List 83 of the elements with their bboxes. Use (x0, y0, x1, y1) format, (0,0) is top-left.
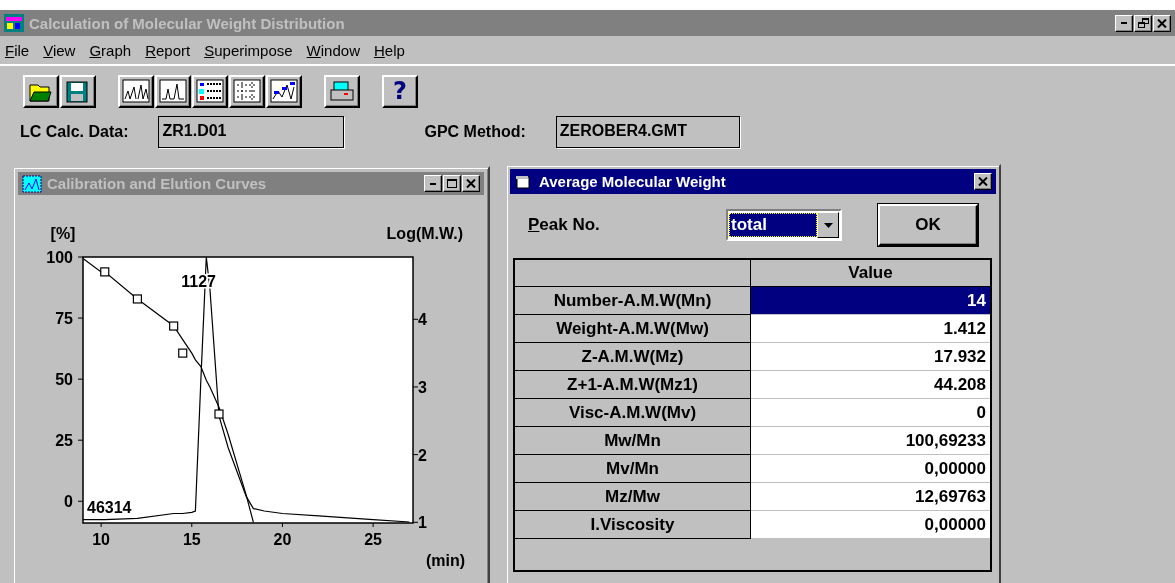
calibration-point (132, 294, 142, 304)
printer-icon (328, 79, 356, 103)
table-cell[interactable]: 17.932 (751, 343, 990, 371)
toolbar-button[interactable] (118, 74, 154, 108)
close-icon (978, 177, 988, 186)
tick-label: 75 (55, 310, 73, 328)
menu-item[interactable]: Report (145, 41, 191, 59)
table-cell[interactable]: 12,69763 (751, 483, 990, 511)
menu-item[interactable]: Help (373, 41, 405, 59)
marked-peaks-icon (270, 79, 298, 103)
tick-label: 3 (418, 378, 427, 396)
toolbar-button[interactable] (60, 74, 96, 108)
maximize-icon (447, 179, 457, 188)
menu-item[interactable]: Window (306, 41, 360, 59)
peaks-icon (159, 79, 187, 103)
app-icon (4, 14, 24, 32)
menu-item[interactable]: File (5, 41, 30, 59)
tick-label: 25 (55, 432, 73, 450)
row-header: I.Viscosity (515, 511, 751, 539)
help-button[interactable]: ? (382, 74, 418, 108)
tick-label: 10 (92, 531, 111, 548)
toolbar-button[interactable] (266, 74, 302, 108)
row-header: Mz/Mw (515, 483, 751, 511)
field-label: Peak No. (528, 215, 601, 235)
toolbar-button[interactable] (324, 74, 360, 108)
row-header: Weight-A.M.W(Mw) (515, 315, 751, 343)
table-cell[interactable]: 14 (751, 287, 990, 315)
calibration-point (100, 267, 110, 277)
window-title: Calculation of Molecular Weight Distribution (29, 14, 346, 32)
row-header: Z+1-A.M.W(Mz1) (515, 371, 751, 399)
peak-label: 46314 (87, 499, 132, 516)
menu-item[interactable]: Superimpose (204, 41, 293, 59)
row-header: Mv/Mn (515, 455, 751, 483)
table-cell[interactable]: 1.412 (751, 315, 990, 343)
tick-label: 2 (418, 446, 427, 464)
minimize-icon (430, 182, 436, 185)
tick-label: 20 (273, 531, 292, 548)
axis-title: (min) (425, 552, 465, 569)
table-cell[interactable]: 0,00000 (751, 511, 990, 539)
toolbar-button[interactable] (23, 74, 59, 108)
table-cell[interactable]: 0 (751, 399, 990, 427)
dropdown[interactable]: total (726, 209, 842, 241)
toolbar-button[interactable] (155, 74, 191, 108)
tick-label: 1 (418, 514, 427, 532)
calibration-point (169, 321, 179, 331)
chart-icon (22, 174, 42, 193)
grid-icon (233, 79, 261, 103)
row-header: Visc-A.M.W(Mv) (515, 399, 751, 427)
toolbar-button[interactable] (229, 74, 265, 108)
calibration-point (214, 409, 224, 419)
row-header: Z-A.M.W(Mz) (515, 343, 751, 371)
menu-item[interactable]: Graph (89, 41, 132, 59)
window-title: Average Molecular Weight (539, 173, 727, 190)
tick-label: 15 (182, 531, 201, 548)
menu-item[interactable]: View (43, 41, 76, 59)
ok-button[interactable]: OK (878, 204, 978, 246)
axis-title: Log(M.W.) (386, 225, 463, 242)
field-label: LC Calc. Data: (20, 123, 129, 141)
peaks-icon (122, 79, 150, 103)
close-button[interactable] (974, 173, 992, 190)
table-cell[interactable]: 44.208 (751, 371, 990, 399)
row-header: Number-A.M.W(Mn) (515, 287, 751, 315)
table-cell[interactable]: 0,00000 (751, 455, 990, 483)
restore-icon (1137, 18, 1149, 28)
tick-label: 50 (55, 371, 73, 389)
table-icon (196, 79, 224, 103)
caret-icon (823, 222, 833, 228)
text-field[interactable]: ZR1.D01 (158, 116, 345, 148)
row-header: Mw/Mn (515, 427, 751, 455)
tick-label: 4 (418, 311, 427, 329)
axis-title: [%] (50, 225, 76, 242)
window-title: Calibration and Elution Curves (47, 175, 268, 192)
toolbar-button[interactable] (192, 74, 228, 108)
text-field[interactable]: ZEROBER4.GMT (555, 116, 740, 148)
tick-label: 100 (46, 249, 73, 266)
field-label: GPC Method: (424, 123, 526, 141)
close-icon (466, 179, 476, 188)
table-cell[interactable]: 100,69233 (751, 427, 990, 455)
tick-label: 0 (64, 493, 73, 511)
calibration-point (178, 348, 188, 358)
close-icon (1157, 18, 1167, 28)
tick-label: 25 (364, 531, 382, 548)
minimize-icon (1121, 22, 1127, 24)
